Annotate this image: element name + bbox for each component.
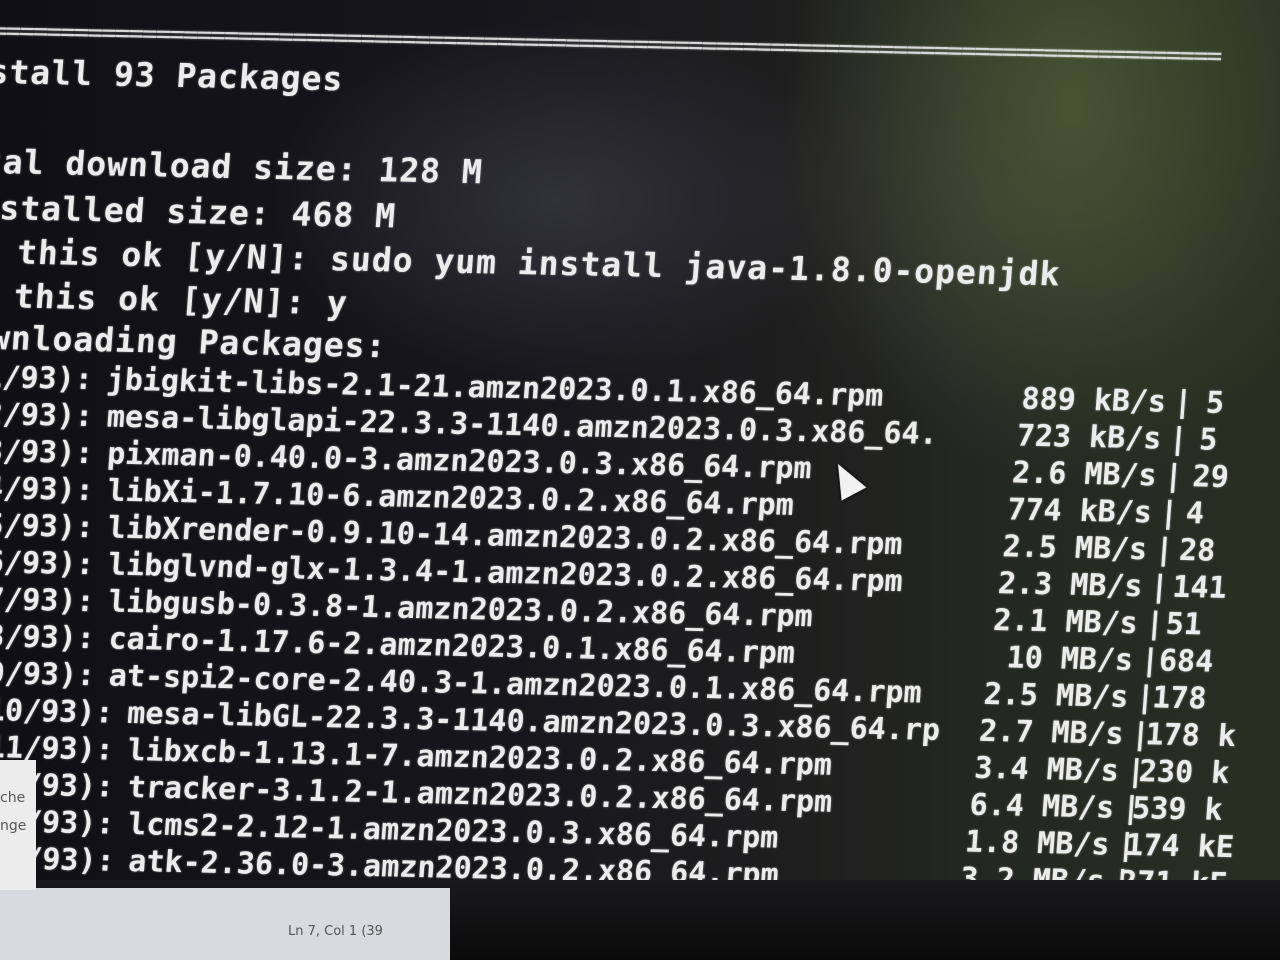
download-speed: 2.3 MB/s bbox=[996, 566, 1144, 605]
terminal-window[interactable]: ========================================… bbox=[0, 0, 1280, 926]
download-speed: 3.4 MB/s bbox=[973, 750, 1121, 789]
package-index: (9/93): bbox=[0, 655, 97, 694]
package-size: 174 kE bbox=[1124, 827, 1236, 866]
package-size: 230 k bbox=[1137, 754, 1231, 792]
column-divider: | bbox=[1163, 458, 1184, 494]
download-speed: 10 MB/s bbox=[1005, 640, 1135, 678]
package-size: 178 bbox=[1151, 680, 1208, 717]
package-index: (5/93): bbox=[0, 507, 96, 546]
column-divider: | bbox=[1149, 569, 1170, 605]
photo-background: ========================================… bbox=[0, 0, 1280, 960]
package-size: 178 k bbox=[1144, 717, 1238, 755]
package-size: 4 bbox=[1184, 496, 1206, 532]
package-index: (8/93): bbox=[0, 618, 97, 657]
package-size: 28 bbox=[1177, 532, 1217, 569]
download-speed: 1.8 MB/s bbox=[963, 824, 1111, 863]
package-size: 141 bbox=[1171, 569, 1228, 606]
confirm-prompt-2: s this ok [y/N]: y bbox=[0, 275, 350, 323]
download-speed: 2.5 MB/s bbox=[1001, 529, 1149, 568]
download-speed: 2.7 MB/s bbox=[977, 713, 1125, 752]
package-index: (6/93): bbox=[0, 544, 96, 583]
download-speed: 889 kB/s bbox=[1020, 381, 1168, 420]
background-window-line: nge bbox=[0, 818, 27, 834]
package-index: (1/93): bbox=[0, 359, 95, 398]
downloading-header: ownloading Packages: bbox=[0, 317, 388, 366]
total-download-size: tal download size: 128 M bbox=[0, 141, 485, 192]
package-size: 51 bbox=[1164, 606, 1204, 643]
column-divider: | bbox=[1144, 606, 1166, 642]
column-divider: | bbox=[1168, 421, 1189, 458]
column-divider: | bbox=[1158, 495, 1180, 531]
download-speed: 6.4 MB/s bbox=[968, 787, 1116, 826]
package-index: (2/93): bbox=[0, 396, 95, 435]
package-index: (10/93): bbox=[0, 692, 115, 731]
package-index: (4/93): bbox=[0, 470, 95, 509]
installed-size: nstalled size: 468 M bbox=[0, 187, 398, 236]
download-speed: 2.5 MB/s bbox=[982, 676, 1130, 715]
package-index: (7/93): bbox=[0, 581, 96, 620]
background-window-text: che nge bbox=[0, 784, 26, 840]
package-size: 5 bbox=[1204, 385, 1226, 421]
package-size: 539 k bbox=[1130, 791, 1224, 828]
cursor-position-status: Ln 7, Col 1 (39 bbox=[288, 924, 383, 939]
download-speed: 2.6 MB/s bbox=[1010, 455, 1158, 494]
column-divider: | bbox=[1153, 532, 1175, 568]
download-speed: 2.1 MB/s bbox=[992, 603, 1140, 642]
install-summary: stall 93 Packages bbox=[0, 51, 345, 99]
package-index: (3/93): bbox=[0, 433, 95, 472]
column-divider: | bbox=[1172, 384, 1194, 421]
package-size: 29 bbox=[1191, 459, 1231, 495]
download-speed: 774 kB/s bbox=[1006, 492, 1154, 531]
package-size: 5 bbox=[1198, 422, 1219, 458]
download-speed: 723 kB/s bbox=[1015, 418, 1163, 457]
background-window-line: che bbox=[0, 790, 26, 806]
package-size: 684 bbox=[1157, 643, 1215, 680]
